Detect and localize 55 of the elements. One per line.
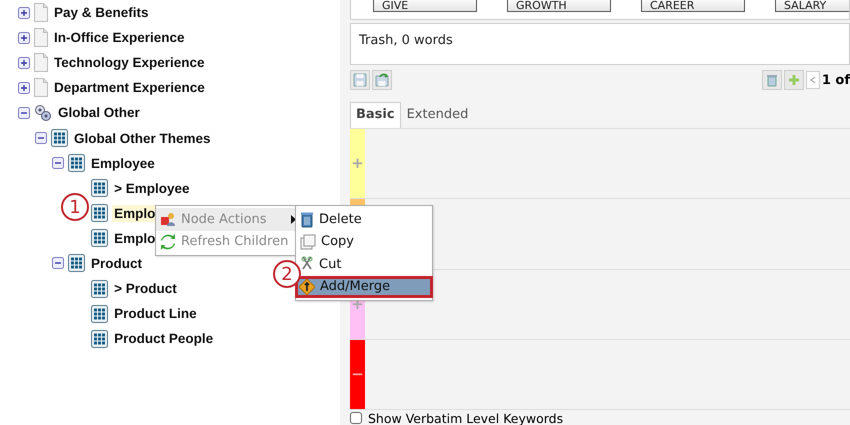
scissors-icon — [300, 256, 314, 272]
collapse-icon[interactable] — [35, 132, 47, 144]
collapse-icon[interactable] — [52, 257, 64, 270]
checkbox-label: Show Verbatim Level Keywords — [368, 410, 564, 425]
grid-icon — [91, 280, 108, 298]
expand-icon[interactable] — [18, 82, 30, 94]
trash-icon — [300, 210, 314, 228]
collapse-icon[interactable] — [52, 157, 64, 170]
tree-item[interactable]: > Employee — [112, 180, 192, 197]
copy-icon — [300, 234, 316, 250]
tree-item[interactable]: Emplo — [112, 230, 158, 247]
revert-icon[interactable] — [375, 73, 389, 88]
grid-icon — [91, 229, 108, 248]
tree-item[interactable]: Product People — [112, 330, 216, 348]
category-button[interactable]: SALARY — [775, 0, 849, 12]
tab[interactable]: Basic — [350, 102, 401, 128]
grid-icon — [68, 254, 85, 272]
grid-icon — [91, 204, 108, 222]
tree-item[interactable]: > Product — [112, 280, 179, 298]
tree-item[interactable]: Employee — [89, 154, 157, 172]
tab[interactable]: Extended — [400, 102, 474, 128]
page-counter: 1 of — [822, 72, 850, 88]
menu-item[interactable]: Add/Merge — [295, 276, 433, 298]
expand-icon[interactable] — [18, 56, 30, 69]
warning-diamond-icon — [299, 278, 315, 295]
category-button[interactable]: GROWTH — [507, 0, 611, 12]
gears-icon — [34, 104, 52, 122]
grid-icon — [91, 330, 108, 348]
tree-item[interactable]: Global Other — [56, 104, 142, 122]
category-button[interactable]: CAREER — [641, 0, 745, 12]
refresh-icon — [160, 234, 176, 250]
menu-item[interactable]: Copy — [296, 230, 432, 253]
page-icon — [34, 3, 48, 22]
grid-icon — [91, 304, 108, 323]
page-icon — [34, 78, 48, 98]
tree-item[interactable]: Technology Experience — [52, 54, 207, 72]
expand-icon[interactable] — [18, 32, 30, 44]
menu-item[interactable]: Delete — [296, 208, 432, 230]
grid-icon — [91, 179, 108, 198]
expand-icon[interactable] — [18, 6, 30, 19]
collapse-icon[interactable] — [18, 106, 30, 119]
grid-icon — [68, 154, 85, 172]
grid-icon — [51, 129, 68, 148]
tree-item[interactable]: Product — [89, 254, 144, 272]
tree-item[interactable]: In-Office Experience — [52, 29, 187, 46]
tree-item[interactable]: Global Other Themes — [72, 130, 213, 147]
tree-item[interactable]: Pay & Benefits — [52, 4, 151, 22]
category-button[interactable]: GIVE — [373, 0, 477, 12]
tree-item[interactable]: Department Experience — [52, 79, 207, 96]
page-icon — [34, 53, 48, 72]
checkbox[interactable] — [350, 412, 362, 424]
tree-item[interactable]: Product Line — [112, 305, 199, 322]
page-icon — [34, 28, 48, 48]
previous-icon[interactable] — [810, 76, 816, 84]
summary-text: Trash, 0 words — [350, 22, 850, 65]
